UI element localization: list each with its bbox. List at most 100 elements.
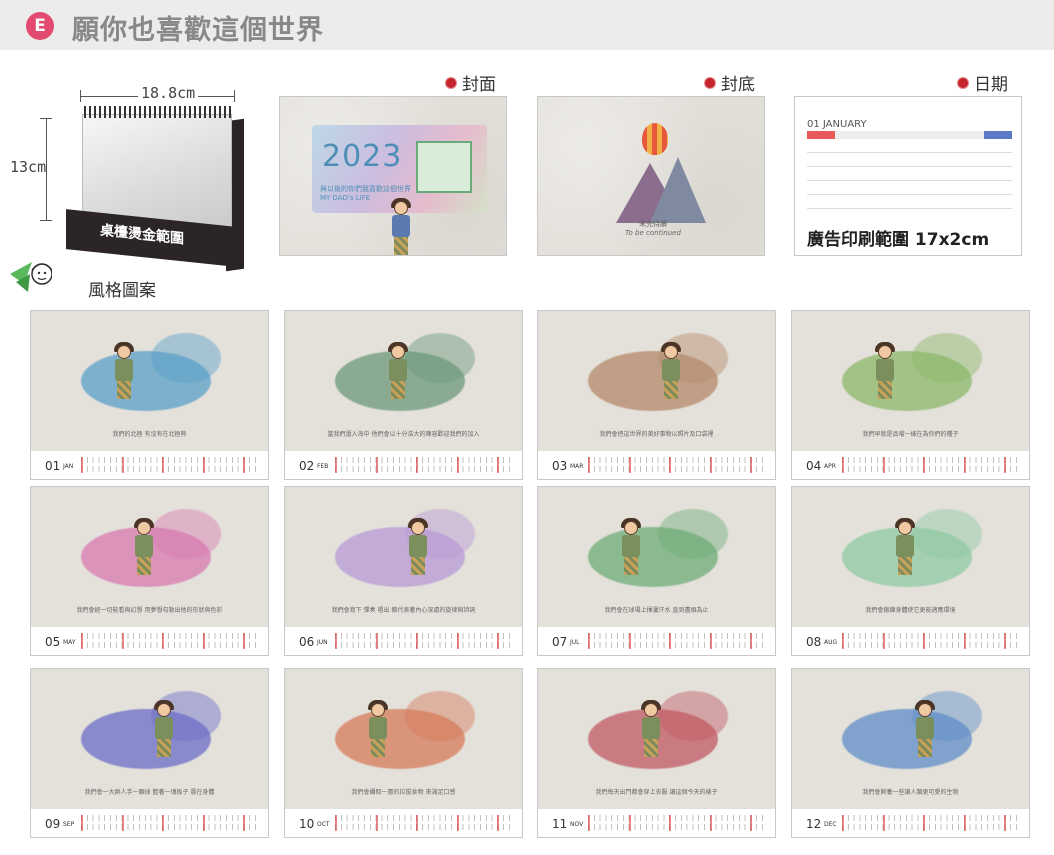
watercolor-blob — [405, 691, 475, 741]
weekend-marker — [923, 457, 926, 473]
weekend-marker — [121, 815, 124, 831]
month-date-strip: 06 JUN — [285, 627, 522, 655]
ad-print-area-label: 廣告印刷範圍 17x2cm — [807, 230, 990, 250]
month-illustration: 我們會經一切能看與幻想 用夢想勾勒出他的形狀與色彩 — [31, 487, 268, 627]
bullet-dot-icon — [705, 77, 715, 88]
height-tick-bottom — [40, 220, 52, 221]
month-card-apr[interactable]: 我們早就是品嚐一樣在為你們的種子 04 APR — [791, 310, 1030, 480]
day-columns — [335, 457, 515, 473]
month-card-sep[interactable]: 我們會一大群人手一顆球 籃著一塊板子 震在身體 09 SEP — [30, 668, 269, 838]
cover-figure-illustration — [388, 198, 414, 255]
weekend-marker — [456, 815, 459, 831]
month-caption: 當我們潛入海中 他們會以十分浩大的陣容歡迎我們的加入 — [327, 431, 480, 438]
character-figure-illustration — [365, 700, 391, 757]
month-date-strip: 05 MAY — [31, 627, 268, 655]
month-caption: 我們會在球場上揮灑汗水 直到盡頭為止 — [604, 607, 709, 614]
weekend-marker — [963, 633, 966, 649]
month-abbreviation: AUG — [824, 639, 838, 646]
character-figure-illustration — [892, 518, 918, 575]
character-figure-illustration — [385, 342, 411, 399]
month-number: 06 — [299, 635, 315, 649]
month-card-jul[interactable]: 我們會在球場上揮灑汗水 直到盡頭為止 07 JUL — [537, 486, 776, 656]
month-card-jun[interactable]: 我們會寫下 彈奏 唱出 都代表著內心深處的旋律與詩詞 06 JUN — [284, 486, 523, 656]
watercolor-blob — [658, 509, 728, 559]
day-columns — [588, 457, 768, 473]
month-caption: 我們會一大群人手一顆球 籃著一塊板子 震在身體 — [84, 789, 215, 796]
month-card-dec[interactable]: 我們會飼養一些讓人類更可愛的生物 12 DEC — [791, 668, 1030, 838]
weekend-marker — [81, 457, 83, 473]
weekend-marker — [709, 633, 712, 649]
day-columns — [335, 633, 515, 649]
month-number: 02 — [299, 459, 315, 473]
weekend-marker — [923, 633, 926, 649]
month-card-feb[interactable]: 當我們潛入海中 他們會以十分浩大的陣容歡迎我們的加入 02 FEB — [284, 310, 523, 480]
month-abbreviation: NOV — [570, 821, 584, 828]
month-abbreviation: DEC — [824, 821, 837, 828]
month-number: 05 — [45, 635, 61, 649]
style-pattern-label: 風格圖案 — [88, 281, 156, 301]
watercolor-blob — [151, 333, 221, 383]
month-card-aug[interactable]: 我們會鍛鍊身體使它更能適應環境 08 AUG — [791, 486, 1030, 656]
day-columns — [81, 633, 261, 649]
weekend-marker — [202, 457, 205, 473]
weekend-marker — [963, 815, 966, 831]
date-month-label: 01 JANUARY — [807, 119, 867, 130]
back-cover-preview[interactable]: 未完待續 To be continued — [537, 96, 765, 256]
back-cover-text: 未完待續 To be continued — [625, 220, 681, 237]
weekend-marker — [243, 457, 246, 473]
watercolor-blob — [151, 509, 221, 559]
month-date-strip: 10 OCT — [285, 809, 522, 837]
weekend-marker — [497, 633, 500, 649]
weekend-marker — [882, 815, 885, 831]
character-figure-illustration — [618, 518, 644, 575]
weekend-marker — [628, 633, 631, 649]
month-card-oct[interactable]: 我們會攝取一層的拉拔食物 來滿足口感 10 OCT — [284, 668, 523, 838]
month-date-strip: 01 JAN — [31, 451, 268, 479]
desk-calendar-mockup: 桌檯燙金範圍 — [56, 100, 256, 272]
weekend-marker — [750, 815, 753, 831]
weekend-marker — [121, 457, 124, 473]
weekend-marker — [842, 633, 844, 649]
weekend-marker — [243, 815, 246, 831]
weekend-marker — [669, 633, 672, 649]
weekend-marker — [121, 633, 124, 649]
character-figure-illustration — [131, 518, 157, 575]
day-columns — [81, 457, 261, 473]
month-illustration: 我們會在球場上揮灑汗水 直到盡頭為止 — [538, 487, 775, 627]
month-card-nov[interactable]: 我們每天出門都會穿上衣服 讓這個今天的樣子 11 NOV — [537, 668, 776, 838]
character-figure-illustration — [405, 518, 431, 575]
weekend-marker — [497, 457, 500, 473]
spiral-binding — [84, 106, 232, 118]
month-illustration: 當我們潛入海中 他們會以十分浩大的陣容歡迎我們的加入 — [285, 311, 522, 451]
weekend-marker — [456, 633, 459, 649]
month-caption: 我們會攝取一層的拉拔食物 來滿足口感 — [351, 789, 456, 796]
weekend-marker — [709, 457, 712, 473]
date-page-preview[interactable]: 01 JANUARY 廣告印刷範圍 17x2cm — [794, 96, 1022, 256]
month-card-jan[interactable]: 我們的北極 有沒有在北極熊 01 JAN — [30, 310, 269, 480]
weekend-marker — [588, 815, 590, 831]
month-illustration: 我們會把這世界的美好事物以照片及口袋裡 — [538, 311, 775, 451]
character-figure-illustration — [658, 342, 684, 399]
weekend-marker — [416, 633, 419, 649]
weekend-marker — [375, 815, 378, 831]
cover-preview[interactable]: 2023 與以後的你們我喜歡這個世界 MY DAD's LIFE — [279, 96, 507, 256]
month-card-mar[interactable]: 我們會把這世界的美好事物以照片及口袋裡 03 MAR — [537, 310, 776, 480]
month-number: 11 — [552, 817, 568, 831]
month-date-strip: 08 AUG — [792, 627, 1029, 655]
weekend-marker — [202, 633, 205, 649]
month-date-strip: 07 JUL — [538, 627, 775, 655]
month-caption: 我們會飼養一些讓人類更可愛的生物 — [862, 789, 959, 796]
weekend-marker — [202, 815, 205, 831]
month-abbreviation: MAR — [570, 463, 584, 470]
watercolor-blob — [658, 691, 728, 741]
height-label: 13cm — [10, 156, 47, 178]
month-caption: 我們會寫下 彈奏 唱出 都代表著內心深處的旋律與詩詞 — [331, 607, 476, 614]
character-figure-illustration — [912, 700, 938, 757]
weekend-marker — [842, 457, 844, 473]
cover-heading: 封面 — [446, 70, 496, 95]
month-date-strip: 03 MAR — [538, 451, 775, 479]
page-header: E 願你也喜歡這個世界 — [0, 0, 1054, 50]
weekend-marker — [416, 457, 419, 473]
weekend-marker — [1004, 815, 1007, 831]
month-card-may[interactable]: 我們會經一切能看與幻想 用夢想勾勒出他的形狀與色彩 05 MAY — [30, 486, 269, 656]
